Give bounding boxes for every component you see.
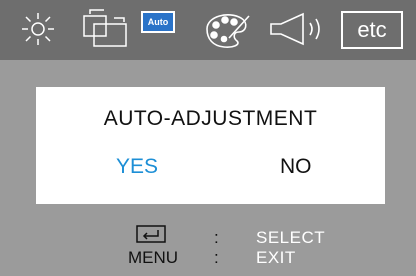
- auto-icon[interactable]: Auto: [141, 11, 175, 33]
- palette-icon[interactable]: [199, 8, 254, 50]
- yes-option[interactable]: YES: [116, 155, 158, 179]
- menu-separator: :: [214, 248, 219, 267]
- menu-key-label: MENU: [128, 248, 179, 267]
- enter-key-icon: [136, 225, 166, 243]
- enter-action: SELECT: [256, 228, 326, 247]
- speaker-icon[interactable]: [265, 8, 330, 50]
- auto-icon-label: Auto: [147, 17, 169, 27]
- enter-separator: :: [214, 228, 219, 247]
- sun-icon[interactable]: [16, 8, 60, 50]
- etc-icon-label: etc: [357, 17, 387, 42]
- menu-action: EXIT: [256, 248, 296, 267]
- dialog-title: AUTO-ADJUSTMENT: [103, 107, 318, 130]
- auto-adjustment-dialog: AUTO-ADJUSTMENT YES NO: [36, 87, 385, 204]
- no-option[interactable]: NO: [280, 155, 312, 179]
- help-bar: : SELECT MENU : EXIT: [0, 224, 416, 276]
- position-icon[interactable]: [80, 8, 130, 50]
- osd-menu-bar: Auto etc: [0, 0, 416, 60]
- etc-icon[interactable]: etc: [341, 11, 403, 49]
